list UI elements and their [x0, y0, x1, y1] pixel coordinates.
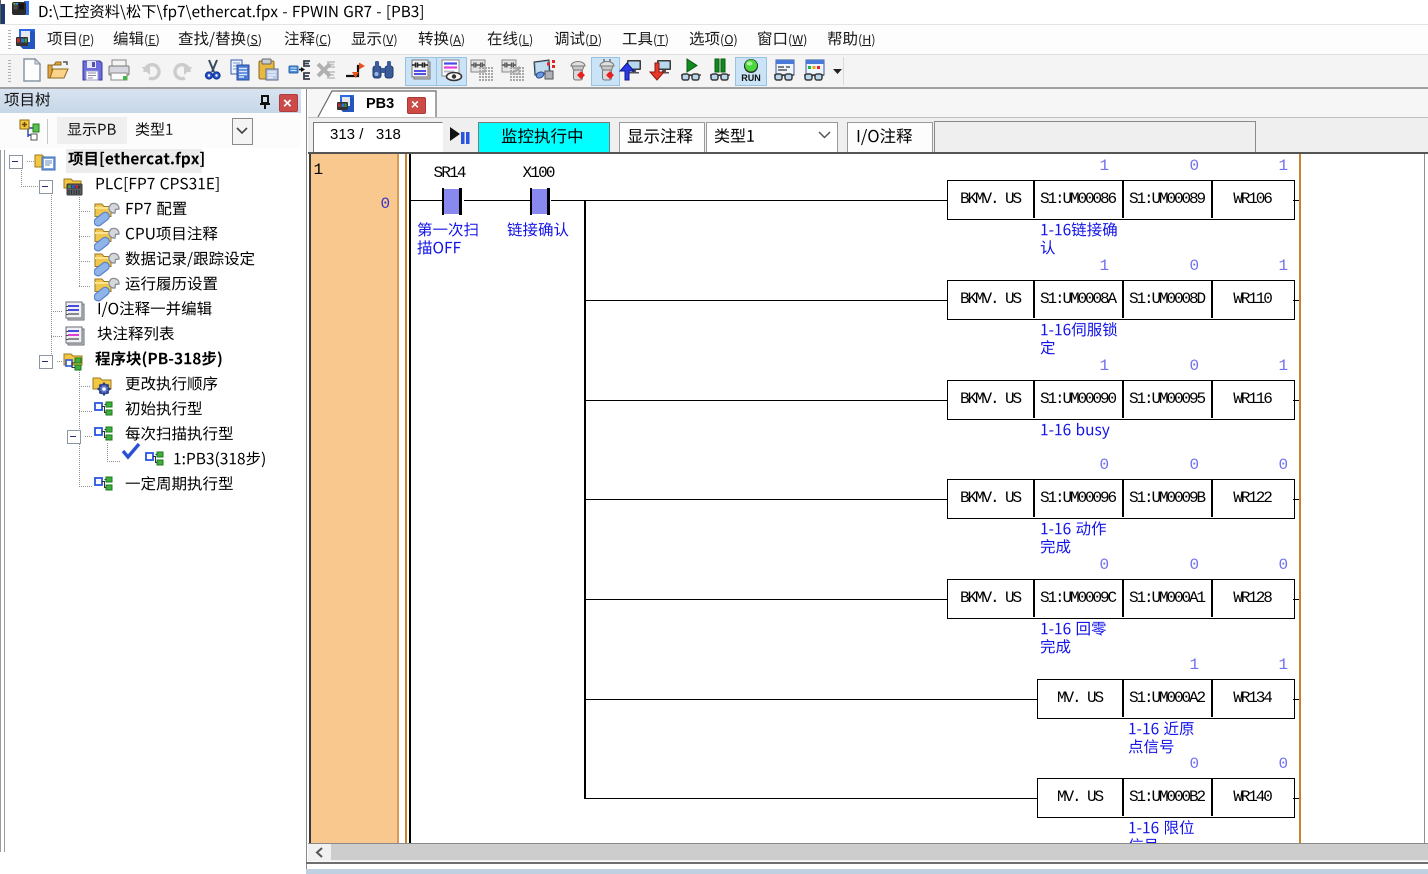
svg-text:RUN: RUN: [741, 73, 761, 82]
